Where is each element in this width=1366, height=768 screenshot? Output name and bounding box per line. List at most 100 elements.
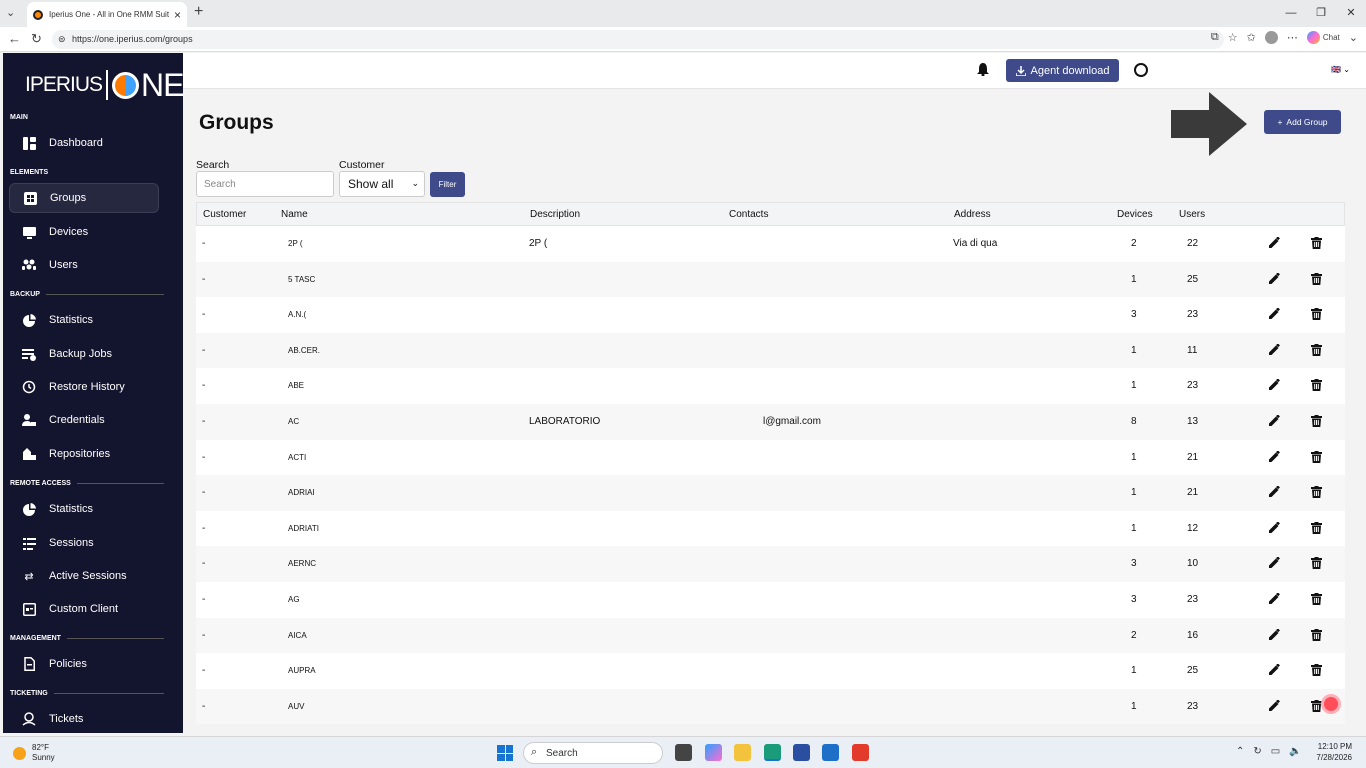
reload-icon[interactable]: ↻ xyxy=(31,31,42,47)
delete-trash-icon[interactable] xyxy=(1311,450,1322,466)
url-field[interactable]: ⊜ https://one.iperius.com/groups xyxy=(52,30,1224,49)
iperius-one-logo[interactable]: IPERIUS NE xyxy=(25,67,183,103)
edit-pencil-icon[interactable] xyxy=(1268,236,1280,252)
edit-pencil-icon[interactable] xyxy=(1268,663,1280,679)
copilot-icon xyxy=(1306,31,1320,44)
back-icon[interactable]: ← xyxy=(8,31,21,46)
edit-pencil-icon[interactable] xyxy=(1268,271,1280,288)
clock[interactable]: 12:10 PM 7/28/2026 xyxy=(1316,741,1352,763)
delete-trash-icon[interactable] xyxy=(1311,592,1322,608)
sidebar-item-backup-jobs[interactable]: Backup Jobs xyxy=(9,339,159,369)
col-contacts[interactable]: Contacts xyxy=(729,209,768,220)
agent-download-button[interactable]: Agent download xyxy=(1006,59,1119,82)
col-devices[interactable]: Devices xyxy=(1117,209,1153,220)
close-tab-icon[interactable]: × xyxy=(174,8,181,22)
delete-trash-icon[interactable] xyxy=(1311,343,1322,359)
copilot-app-icon[interactable] xyxy=(705,744,722,761)
site-info-icon[interactable]: ⊜ xyxy=(58,30,66,49)
add-group-button[interactable]: + Add Group xyxy=(1264,110,1341,134)
outlook-icon[interactable] xyxy=(822,744,839,761)
edit-pencil-icon[interactable] xyxy=(1268,699,1280,715)
sidebar-item-policies[interactable]: Policies xyxy=(9,649,159,679)
close-window-icon[interactable]: ✕ xyxy=(1336,0,1366,27)
new-tab-icon[interactable]: + xyxy=(194,3,203,21)
sidebar-item-backup-statistics[interactable]: Statistics xyxy=(9,305,159,335)
delete-trash-icon[interactable] xyxy=(1311,414,1322,430)
file-explorer-icon[interactable] xyxy=(734,744,751,761)
edit-pencil-icon[interactable] xyxy=(1268,485,1280,501)
edit-pencil-icon[interactable] xyxy=(1268,449,1280,466)
cell-users: 25 xyxy=(1187,665,1199,677)
sidebar-item-dashboard[interactable]: Dashboard xyxy=(9,128,159,158)
sidebar-item-remote-statistics[interactable]: Statistics xyxy=(9,494,159,524)
col-customer[interactable]: Customer xyxy=(203,209,246,220)
col-users[interactable]: Users xyxy=(1179,209,1205,220)
sidebar-item-users[interactable]: Users xyxy=(9,250,159,280)
col-name[interactable]: Name xyxy=(281,209,308,220)
cell-customer: - xyxy=(202,522,206,534)
user-account-icon[interactable] xyxy=(1134,63,1148,77)
read-aloud-icon[interactable]: ⧉ xyxy=(1211,31,1219,44)
tab-list-icon[interactable]: ⌄ xyxy=(6,6,15,19)
col-address[interactable]: Address xyxy=(954,209,991,220)
sidebar-item-devices[interactable]: Devices xyxy=(9,217,159,247)
chevron-down-icon: ⌄ xyxy=(411,178,419,188)
delete-trash-icon[interactable] xyxy=(1311,237,1322,252)
edit-pencil-icon[interactable] xyxy=(1268,627,1280,644)
favorite-star-icon[interactable]: ☆ xyxy=(1228,31,1238,44)
sidebar-item-custom-client[interactable]: Custom Client xyxy=(9,594,159,624)
delete-trash-icon[interactable] xyxy=(1311,379,1322,394)
edit-pencil-icon[interactable] xyxy=(1268,556,1280,572)
windows-start-icon[interactable] xyxy=(497,745,513,761)
system-tray: ⌃ ↻ ▭ 🔈 xyxy=(1236,746,1302,757)
task-view-icon[interactable] xyxy=(675,744,692,761)
edit-pencil-icon[interactable] xyxy=(1268,414,1280,430)
edit-pencil-icon[interactable] xyxy=(1268,592,1280,608)
edge-browser-icon[interactable] xyxy=(764,744,781,761)
sidebar-item-restore-history[interactable]: Restore History xyxy=(9,372,159,402)
sidebar-item-repositories[interactable]: Repositories xyxy=(9,439,159,469)
sidebar-item-credentials[interactable]: Credentials xyxy=(9,405,159,435)
taskbar-search[interactable]: ⌕ Search xyxy=(523,742,663,764)
minimize-icon[interactable]: — xyxy=(1276,0,1306,27)
more-icon[interactable]: ⋯ xyxy=(1287,31,1298,44)
chevron-down-icon[interactable]: ⌄ xyxy=(1349,31,1358,44)
favorites-icon[interactable]: ✩ xyxy=(1247,31,1256,44)
volume-icon[interactable]: 🔈 xyxy=(1289,746,1301,757)
cell-name: AUPRA xyxy=(288,666,316,676)
edit-pencil-icon[interactable] xyxy=(1268,521,1280,537)
search-input[interactable]: Search xyxy=(196,171,334,197)
delete-trash-icon[interactable] xyxy=(1311,664,1322,679)
edit-pencil-icon[interactable] xyxy=(1268,343,1280,359)
col-description[interactable]: Description xyxy=(530,209,580,220)
copilot-chat-button[interactable]: Chat xyxy=(1306,31,1340,44)
store-icon[interactable] xyxy=(793,744,810,761)
delete-trash-icon[interactable] xyxy=(1311,272,1322,288)
bell-icon[interactable] xyxy=(977,63,989,79)
sidebar-item-active-sessions[interactable]: ⇄ Active Sessions xyxy=(9,561,159,591)
sync-icon[interactable]: ↻ xyxy=(1253,746,1261,757)
edit-pencil-icon[interactable] xyxy=(1268,378,1280,394)
section-ticketing: TICKETING xyxy=(10,690,164,697)
sidebar-item-tickets[interactable]: Tickets xyxy=(9,704,159,733)
maximize-icon[interactable]: ❐ xyxy=(1306,0,1336,27)
weather-widget[interactable]: 82°F Sunny xyxy=(13,743,55,763)
filter-button[interactable]: Filter xyxy=(430,172,465,197)
network-icon[interactable]: ▭ xyxy=(1271,746,1280,757)
browser-tab[interactable]: Iperius One - All in One RMM Suit × xyxy=(27,2,187,27)
language-flag-icon[interactable]: 🇬🇧 ⌄ xyxy=(1331,65,1350,74)
chevron-up-icon[interactable]: ⌃ xyxy=(1236,746,1244,757)
delete-trash-icon[interactable] xyxy=(1311,308,1322,323)
cell-contacts: l@gmail.com xyxy=(763,415,821,427)
delete-trash-icon[interactable] xyxy=(1311,628,1322,644)
notification-badge[interactable] xyxy=(1321,694,1341,714)
delete-trash-icon[interactable] xyxy=(1311,557,1322,572)
edit-pencil-icon[interactable] xyxy=(1268,307,1280,323)
app-icon[interactable] xyxy=(852,744,869,761)
customer-select[interactable]: Show all ⌄ xyxy=(339,171,425,197)
delete-trash-icon[interactable] xyxy=(1311,521,1322,537)
sidebar-item-sessions[interactable]: Sessions xyxy=(9,528,159,558)
sidebar-item-groups[interactable]: Groups xyxy=(9,183,159,213)
delete-trash-icon[interactable] xyxy=(1311,486,1322,501)
profile-avatar[interactable] xyxy=(1264,31,1278,44)
